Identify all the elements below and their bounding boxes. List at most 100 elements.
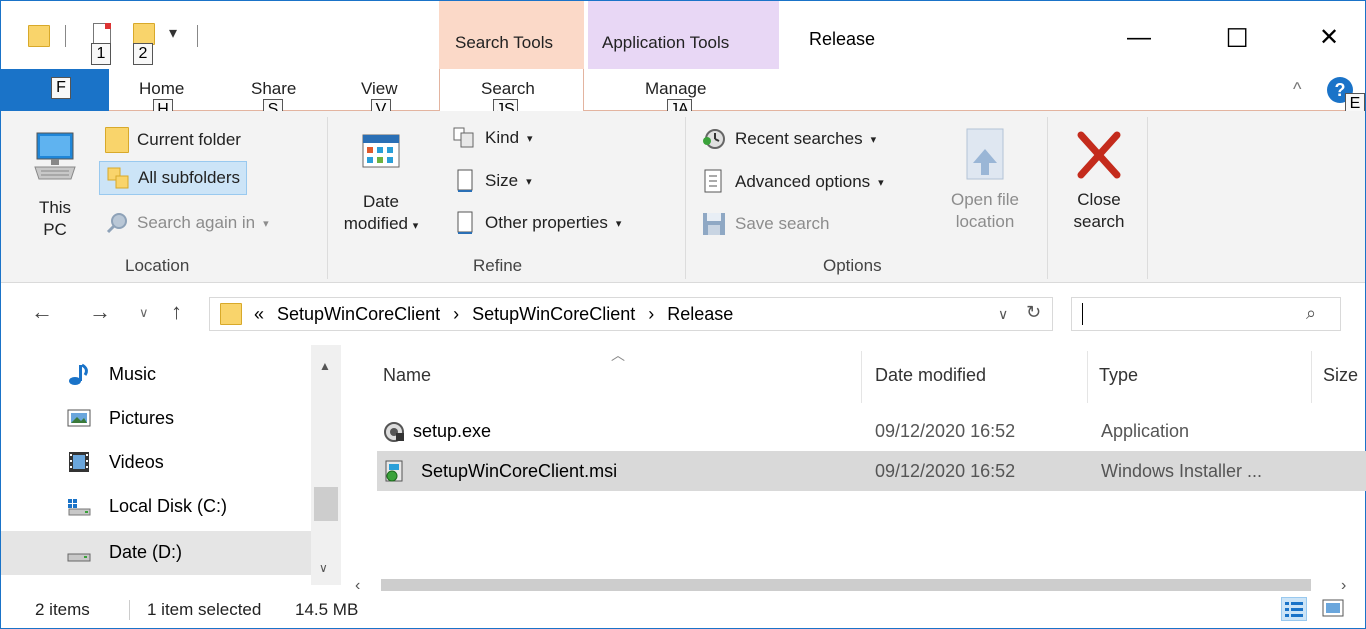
- options-group-label: Options: [823, 256, 882, 275]
- music-note-icon: [69, 363, 88, 385]
- refresh-icon[interactable]: ↻: [1026, 302, 1041, 323]
- qat-dropdown-icon[interactable]: ▾: [169, 23, 177, 43]
- column-header-type[interactable]: Type: [1099, 365, 1138, 386]
- refine-group-label: Refine: [473, 256, 523, 275]
- address-row: ← → ∨ ↑ « SetupWinCoreClient › SetupWinC…: [1, 283, 1365, 345]
- close-search-button[interactable]: Close search: [1059, 127, 1139, 233]
- explorer-window: ▾ 1 2 Search Tools Application Tools Rel…: [0, 0, 1366, 629]
- advanced-options-button[interactable]: Advanced options ▾: [701, 169, 884, 195]
- location-group-label: Location: [125, 256, 190, 275]
- nav-item-date-d[interactable]: Date (D:): [1, 531, 311, 575]
- maximize-button[interactable]: ☐: [1215, 21, 1259, 55]
- close-search-label: Close search: [1059, 189, 1139, 233]
- current-folder-label: Current folder: [137, 130, 241, 149]
- size-button[interactable]: Size ▾: [453, 169, 532, 193]
- breadcrumb-item[interactable]: Release: [667, 304, 733, 324]
- open-file-location-icon: [966, 128, 1004, 180]
- address-bar[interactable]: « SetupWinCoreClient › SetupWinCoreClien…: [209, 297, 1053, 331]
- folder-icon: [28, 25, 50, 47]
- large-icons-view-button[interactable]: [1321, 597, 1347, 621]
- all-subfolders-button[interactable]: All subfolders: [99, 161, 248, 195]
- chevron-down-icon: ▾: [878, 176, 884, 189]
- status-bar: 2 items 1 item selected 14.5 MB: [1, 591, 1365, 628]
- column-header-size[interactable]: Size: [1323, 365, 1358, 386]
- other-properties-label: Other properties: [485, 213, 608, 232]
- details-view-icon: [1285, 602, 1303, 617]
- calendar-icon: [362, 134, 400, 168]
- collapse-ribbon-icon[interactable]: ^: [1293, 79, 1301, 100]
- this-pc-label-line1: This: [38, 198, 72, 217]
- save-search-button[interactable]: Save search: [701, 211, 830, 237]
- keytip-file: F: [51, 77, 71, 99]
- minimize-button[interactable]: —: [1117, 21, 1161, 55]
- scroll-down-icon[interactable]: ∨: [319, 561, 328, 575]
- search-tools-context: Search Tools: [439, 1, 584, 69]
- group-divider: [685, 117, 686, 279]
- tab-manage[interactable]: Manage: [645, 79, 706, 99]
- up-arrow-icon[interactable]: ↑: [171, 299, 182, 325]
- breadcrumb-separator[interactable]: ›: [453, 304, 459, 324]
- close-button[interactable]: ✕: [1307, 21, 1351, 55]
- column-divider[interactable]: [1087, 351, 1088, 403]
- current-folder-button[interactable]: Current folder: [105, 127, 241, 153]
- search-input[interactable]: ⌕: [1071, 297, 1341, 331]
- close-search-label-line2: search: [1073, 212, 1125, 231]
- breadcrumb-item[interactable]: SetupWinCoreClient: [472, 304, 635, 324]
- nav-item-local-disk-c[interactable]: Local Disk (C:): [1, 485, 311, 529]
- breadcrumb-overflow[interactable]: «: [254, 304, 264, 324]
- ribbon-tab-row: F Home H Share S View V Search JS Manage…: [1, 69, 1365, 121]
- column-header-date-modified[interactable]: Date modified: [875, 365, 986, 386]
- advanced-options-icon: [704, 169, 722, 193]
- other-properties-button[interactable]: Other properties ▾: [453, 211, 621, 235]
- search-icon[interactable]: ⌕: [1306, 303, 1316, 324]
- tab-share[interactable]: Share: [251, 79, 296, 99]
- nav-item-videos[interactable]: Videos: [1, 441, 311, 485]
- tab-file[interactable]: F: [1, 69, 109, 111]
- nav-item-label: Pictures: [109, 408, 175, 428]
- breadcrumb-item[interactable]: SetupWinCoreClient: [277, 304, 440, 324]
- folder-icon: [220, 303, 242, 325]
- open-file-location-button[interactable]: Open file location: [935, 127, 1035, 233]
- forward-arrow-icon[interactable]: →: [89, 299, 111, 325]
- nav-item-pictures[interactable]: Pictures: [1, 397, 311, 441]
- tab-search[interactable]: Search: [481, 79, 535, 99]
- file-list: ︿ Name Date modified Type Size setup.exe…: [341, 345, 1366, 597]
- table-row[interactable]: setup.exe 09/12/2020 16:52 Application: [377, 411, 1366, 451]
- status-selected: 1 item selected: [147, 600, 262, 619]
- tab-home[interactable]: Home: [139, 79, 184, 99]
- scroll-up-icon[interactable]: ▲: [319, 359, 331, 373]
- column-header-name[interactable]: Name: [383, 365, 431, 386]
- recent-searches-button[interactable]: Recent searches ▾: [701, 127, 876, 151]
- date-modified-button[interactable]: Date modified ▾: [337, 131, 425, 237]
- address-dropdown-icon[interactable]: ∨: [998, 306, 1008, 323]
- chevron-down-icon: ▾: [870, 133, 877, 146]
- nav-item-music[interactable]: Music: [1, 353, 311, 397]
- open-file-location-label-line2: location: [955, 212, 1015, 231]
- window-title: Release: [809, 29, 876, 49]
- kind-button[interactable]: Kind ▾: [453, 127, 533, 149]
- back-arrow-icon[interactable]: ←: [31, 299, 53, 325]
- details-view-button[interactable]: [1281, 597, 1307, 621]
- table-row[interactable]: SetupWinCoreClient.msi 09/12/2020 16:52 …: [377, 451, 1366, 491]
- application-tools-label: Application Tools: [602, 33, 730, 52]
- nav-scrollbar-thumb[interactable]: [314, 487, 338, 521]
- subfolders-icon: [107, 167, 129, 189]
- new-folder-icon[interactable]: [133, 23, 155, 45]
- this-pc-button[interactable]: This PC: [29, 131, 81, 241]
- search-again-in-button[interactable]: Search again in ▾: [105, 211, 269, 235]
- chevron-down-icon: ▾: [527, 132, 533, 145]
- nav-item-label: Music: [109, 364, 157, 384]
- nav-scrollbar[interactable]: ▲ ∨: [311, 345, 341, 585]
- date-modified-label-line2: modified: [343, 214, 408, 233]
- properties-icon: [457, 211, 473, 234]
- close-search-icon: [1077, 131, 1121, 179]
- tab-view[interactable]: View: [361, 79, 398, 99]
- file-type: Application: [1101, 421, 1190, 441]
- recent-locations-chevron-icon[interactable]: ∨: [139, 305, 149, 321]
- nav-item-label: Date (D:): [109, 542, 183, 562]
- column-divider[interactable]: [1311, 351, 1312, 403]
- keytip-qat-1: 1: [91, 43, 111, 65]
- column-divider[interactable]: [861, 351, 862, 403]
- breadcrumb-separator[interactable]: ›: [648, 304, 654, 324]
- kind-icon: [453, 127, 474, 148]
